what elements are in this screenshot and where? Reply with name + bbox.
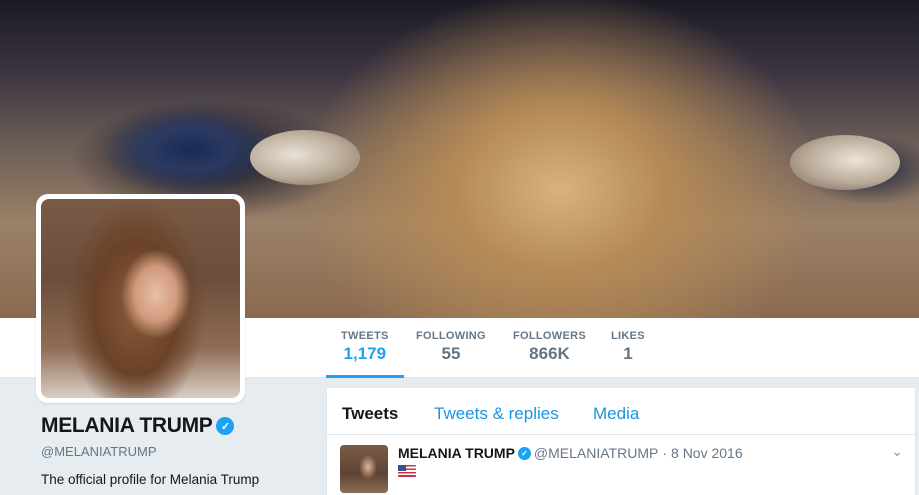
tab-media[interactable]: Media	[593, 404, 639, 424]
profile-name[interactable]: MELANIA TRUMP	[41, 414, 213, 438]
timeline-tabs: Tweets Tweets & replies Media	[327, 388, 915, 435]
tweet-avatar[interactable]	[340, 445, 388, 493]
banner-eye-left	[250, 130, 360, 185]
tweet-item[interactable]: MELANIA TRUMP ✓ @MELANIATRUMP · 8 Nov 20…	[327, 435, 915, 495]
stat-followers-label: FOLLOWERS	[513, 330, 586, 342]
profile-handle[interactable]: @MELANIATRUMP	[41, 444, 157, 459]
stat-following-value: 55	[441, 344, 461, 363]
us-flag-icon	[398, 465, 416, 477]
stat-likes[interactable]: LIKES 1	[611, 318, 645, 378]
tweet-separator: ·	[662, 445, 668, 461]
stat-likes-label: LIKES	[611, 330, 645, 342]
flag-canton	[398, 465, 406, 471]
stat-following-label: FOLLOWING	[416, 330, 486, 342]
verified-badge-icon: ✓	[216, 417, 235, 435]
stat-followers[interactable]: FOLLOWERS 866K	[513, 318, 586, 378]
tweet-author-handle[interactable]: @MELANIATRUMP	[534, 445, 658, 461]
profile-card: MELANIA TRUMP ✓ @MELANIATRUMP The offici…	[0, 378, 326, 495]
stat-followers-value: 866K	[529, 344, 570, 363]
stat-following[interactable]: FOLLOWING 55	[416, 318, 486, 378]
chevron-down-icon[interactable]: ⌄	[891, 443, 903, 460]
profile-name-row: MELANIA TRUMP ✓	[41, 414, 235, 438]
profile-avatar-image	[41, 199, 240, 398]
profile-bio: The official profile for Melania Trump	[41, 472, 260, 487]
stat-tweets-value: 1,179	[343, 344, 387, 363]
stat-tweets[interactable]: TWEETS 1,179	[326, 318, 404, 378]
stat-tweets-label: TWEETS	[341, 330, 389, 342]
tweet-header: MELANIA TRUMP ✓ @MELANIATRUMP · 8 Nov 20…	[398, 445, 743, 461]
stat-likes-value: 1	[623, 344, 633, 363]
banner-eye-right	[790, 135, 900, 190]
tweet-verified-badge-icon: ✓	[517, 446, 531, 460]
profile-avatar[interactable]	[36, 194, 245, 403]
tab-tweets-and-replies[interactable]: Tweets & replies	[434, 404, 559, 424]
tab-tweets[interactable]: Tweets	[342, 404, 398, 424]
tweet-author-name[interactable]: MELANIA TRUMP	[398, 445, 515, 461]
timeline: Tweets Tweets & replies Media MELANIA TR…	[326, 387, 916, 495]
tweet-date[interactable]: 8 Nov 2016	[671, 445, 743, 461]
